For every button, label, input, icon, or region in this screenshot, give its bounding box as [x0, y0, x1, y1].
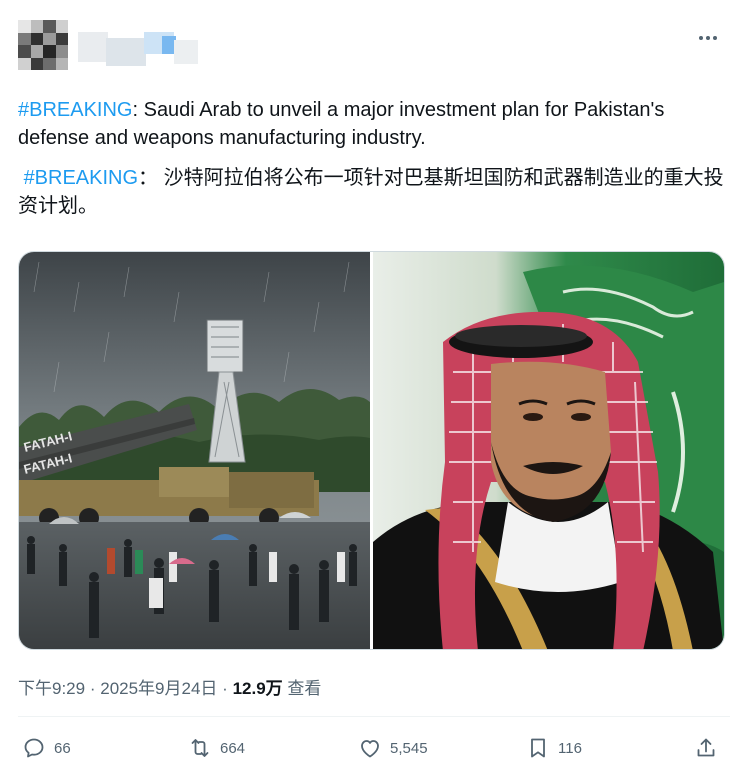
views-count: 12.9万: [232, 679, 283, 698]
avatar[interactable]: [18, 20, 68, 70]
meta-separator: ·: [222, 679, 228, 698]
bookmark-count: 116: [558, 739, 582, 757]
bookmark-button[interactable]: 116: [526, 733, 582, 763]
post-timestamp[interactable]: 下午9:29 · 2025年9月24日: [18, 679, 217, 698]
meta-separator: ·: [89, 679, 96, 698]
retweet-icon: [191, 739, 209, 757]
heart-icon: [361, 740, 379, 758]
post-time: 下午9:29: [18, 679, 86, 698]
views-link[interactable]: 12.9万 查看: [233, 679, 322, 698]
military-parade-image: FATAH-I FATAH-I: [19, 252, 370, 649]
portrait-image: [373, 252, 724, 649]
share-icon: [697, 738, 715, 757]
like-button[interactable]: 5,545: [358, 733, 428, 763]
reply-icon: [24, 738, 44, 758]
tweet-header: [18, 20, 730, 80]
action-bar: 66 664 5,545 116: [18, 733, 730, 763]
reply-count: 66: [54, 739, 71, 757]
tweet-meta: 下午9:29 · 2025年9月24日 · 12.9万 查看: [18, 674, 321, 699]
like-count: 5,545: [390, 739, 428, 757]
media-grid: FATAH-I FATAH-I: [18, 251, 725, 650]
views-label: 查看: [287, 679, 322, 698]
author-name-blurred[interactable]: [78, 28, 198, 68]
tweet-text-en: #BREAKING: Saudi Arab to unveil a major …: [18, 96, 730, 152]
retweet-count: 664: [220, 739, 246, 757]
portrait-photo[interactable]: [373, 252, 724, 649]
bookmark-icon: [531, 738, 545, 758]
more-dot: [713, 36, 717, 40]
hashtag-breaking[interactable]: #BREAKING: [24, 167, 138, 189]
share-button[interactable]: [694, 733, 718, 763]
more-options-button[interactable]: [694, 28, 722, 48]
reply-button[interactable]: 66: [22, 733, 71, 763]
more-dot: [699, 36, 703, 40]
tweet-card: #BREAKING: Saudi Arab to unveil a major …: [0, 0, 747, 776]
tweet-text: #BREAKING: Saudi Arab to unveil a major …: [18, 96, 730, 220]
more-dot: [706, 36, 710, 40]
tweet-text-zh: #BREAKING： 沙特阿拉伯将公布一项针对巴基斯坦国防和武器制造业的重大投资…: [18, 164, 730, 220]
post-date: 2025年9月24日: [100, 679, 218, 698]
divider: [18, 716, 730, 717]
retweet-button[interactable]: 664: [188, 733, 245, 763]
military-parade-photo[interactable]: FATAH-I FATAH-I: [19, 252, 370, 649]
hashtag-breaking[interactable]: #BREAKING: [18, 99, 132, 121]
